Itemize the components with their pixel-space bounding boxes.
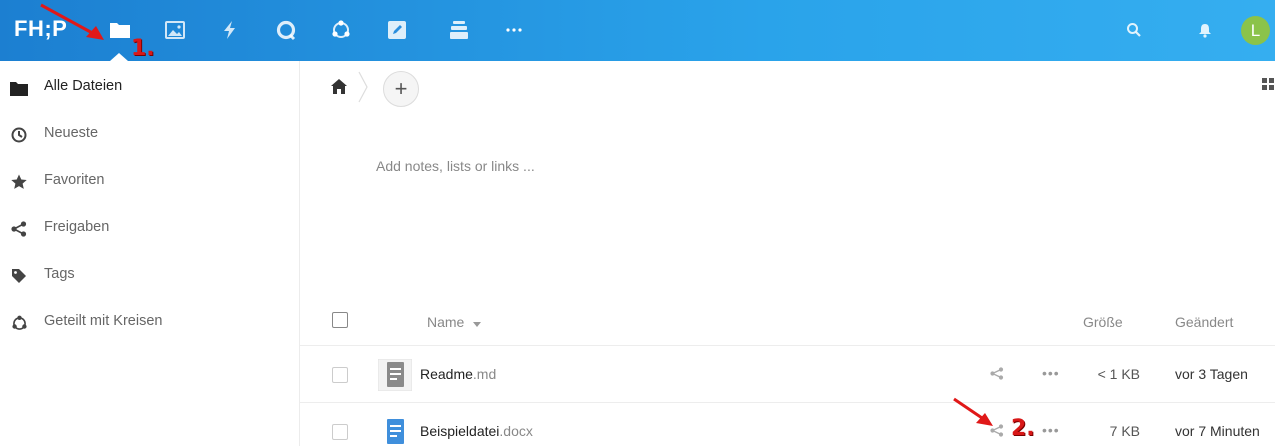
file-size: 7 KB	[1109, 423, 1140, 439]
sidebar-item-label: Tags	[44, 266, 75, 282]
notes-placeholder[interactable]: Add notes, lists or links ...	[376, 158, 535, 174]
sidebar-item-label: Geteilt mit Kreisen	[44, 313, 163, 329]
sort-down-icon	[473, 314, 482, 330]
new-file-button[interactable]: +	[383, 71, 419, 107]
annotation-step-2: 2.	[1011, 416, 1035, 441]
document-file-icon	[378, 416, 412, 446]
sidebar-item-label: Alle Dateien	[44, 78, 123, 94]
table-row[interactable]: Beispieldatei.docx ••• 7 KB vor 7 Minute…	[300, 404, 1275, 446]
folder-icon	[10, 79, 28, 97]
column-name-label: Name	[427, 314, 465, 330]
file-modified: vor 7 Minuten	[1175, 423, 1260, 439]
column-modified[interactable]: Geändert	[1175, 314, 1233, 330]
select-all-checkbox[interactable]	[332, 312, 348, 328]
share-icon	[10, 220, 28, 238]
more-apps-icon[interactable]	[501, 17, 527, 43]
file-modified: vor 3 Tagen	[1175, 366, 1248, 382]
file-extension: .md	[472, 366, 497, 382]
talk-app-icon[interactable]	[273, 17, 299, 43]
breadcrumb-separator-icon	[357, 70, 369, 109]
file-name[interactable]: Beispieldatei.docx	[420, 423, 533, 439]
sidebar-item-label: Neueste	[44, 125, 99, 141]
sidebar-item-recent[interactable]: Neueste	[0, 112, 300, 158]
breadcrumb: +	[300, 61, 1275, 111]
annotation-step-1: 1.	[131, 36, 155, 61]
sidebar-item-circles[interactable]: Geteilt mit Kreisen	[0, 300, 300, 346]
sidebar-item-label: Freigaben	[44, 219, 110, 235]
annotation-arrow-1-icon	[40, 3, 104, 40]
file-name[interactable]: Readme.md	[420, 366, 496, 382]
photos-app-icon[interactable]	[162, 17, 188, 43]
star-icon	[10, 173, 28, 191]
sidebar-item-tags[interactable]: Tags	[0, 253, 300, 299]
file-size: < 1 KB	[1097, 366, 1140, 382]
row-checkbox[interactable]	[332, 367, 348, 383]
sidebar-item-shares[interactable]: Freigaben	[0, 206, 300, 252]
sidebar-item-all-files[interactable]: Alle Dateien	[0, 65, 300, 111]
user-avatar[interactable]: L	[1241, 16, 1270, 45]
file-base-name: Beispieldatei	[420, 423, 500, 439]
circles-icon	[10, 314, 28, 332]
home-icon[interactable]	[331, 79, 347, 99]
search-icon[interactable]	[1121, 17, 1147, 43]
grid-view-icon[interactable]	[1262, 78, 1275, 99]
clock-icon	[10, 126, 28, 144]
top-header: FH;P L	[0, 0, 1275, 61]
annotation-arrow-2-icon	[953, 397, 993, 426]
column-size[interactable]: Größe	[1083, 314, 1123, 330]
file-list-header: Name Größe Geändert	[300, 296, 1275, 346]
more-actions-button[interactable]: •••	[1042, 365, 1060, 381]
more-actions-button[interactable]: •••	[1042, 422, 1060, 438]
sidebar-item-favorites[interactable]: Favoriten	[0, 159, 300, 205]
text-file-icon	[377, 358, 413, 396]
deck-app-icon[interactable]	[446, 17, 472, 43]
notes-app-icon[interactable]	[384, 17, 410, 43]
circles-app-icon[interactable]	[328, 17, 354, 43]
share-icon[interactable]	[990, 367, 1004, 385]
column-name[interactable]: Name	[427, 314, 482, 330]
sidebar: Alle Dateien Neueste Favoriten Freigaben…	[0, 61, 300, 446]
files-app-icon[interactable]	[107, 17, 133, 43]
sidebar-item-label: Favoriten	[44, 172, 105, 188]
table-row[interactable]: Readme.md ••• < 1 KB vor 3 Tagen	[300, 347, 1275, 403]
active-app-indicator	[110, 53, 128, 61]
activity-app-icon[interactable]	[217, 17, 243, 43]
bell-icon[interactable]	[1192, 17, 1218, 43]
tag-icon	[10, 267, 28, 285]
file-extension: .docx	[499, 423, 533, 439]
file-base-name: Readme	[420, 366, 473, 382]
row-checkbox[interactable]	[332, 424, 348, 440]
